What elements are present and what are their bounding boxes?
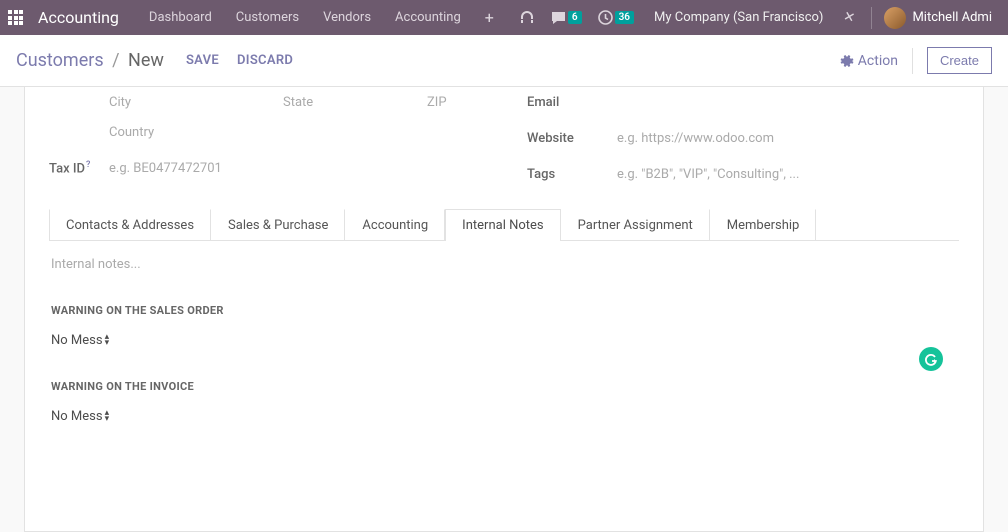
breadcrumb-current: New [128, 50, 164, 71]
top-nav: Accounting Dashboard Customers Vendors A… [0, 0, 1008, 35]
app-name[interactable]: Accounting [38, 8, 119, 27]
support-icon[interactable] [511, 0, 543, 35]
state-input[interactable]: State [283, 95, 343, 110]
nav-dashboard[interactable]: Dashboard [137, 0, 224, 35]
control-panel: Customers / New SAVE DISCARD Action Crea… [0, 35, 1008, 87]
user-menu[interactable]: Mitchell Admi [876, 7, 1000, 29]
tabs: Contacts & Addresses Sales & Purchase Ac… [49, 209, 959, 241]
sales-warning-select[interactable]: No Mess▴▾ [51, 333, 109, 348]
discard-button[interactable]: DISCARD [237, 53, 293, 68]
help-icon[interactable]: ? [86, 160, 90, 170]
create-button[interactable]: Create [927, 47, 992, 74]
tags-input[interactable]: e.g. "B2B", "VIP", "Consulting", ... [617, 167, 799, 182]
internal-notes-input[interactable]: Internal notes... [51, 257, 957, 272]
grammarly-icon[interactable] [919, 347, 943, 371]
company-selector[interactable]: My Company (San Francisco) [642, 0, 835, 35]
action-dropdown[interactable]: Action [840, 53, 898, 69]
activities-icon[interactable]: 36 [590, 0, 642, 35]
chevron-updown-icon: ▴▾ [105, 333, 110, 348]
sales-warning-title: WARNING ON THE SALES ORDER [51, 304, 957, 317]
avatar [884, 7, 906, 29]
save-button[interactable]: SAVE [186, 53, 219, 68]
invoice-warning-select[interactable]: No Mess▴▾ [51, 409, 109, 424]
user-name: Mitchell Admi [912, 10, 992, 25]
nav-accounting[interactable]: Accounting [383, 0, 473, 35]
breadcrumb: Customers / New [16, 50, 164, 71]
zip-input[interactable]: ZIP [427, 95, 487, 110]
nav-plus-icon[interactable]: + [473, 0, 506, 35]
email-label: Email [527, 95, 617, 110]
chevron-updown-icon: ▴▾ [105, 409, 110, 424]
form-sheet: City State ZIP Country Tax ID? e.g. BE04… [24, 87, 984, 532]
messages-icon[interactable]: 6 [543, 0, 590, 35]
tags-label: Tags [527, 167, 617, 182]
tab-accounting[interactable]: Accounting [345, 209, 445, 241]
tab-internal-notes[interactable]: Internal Notes [445, 209, 560, 241]
nav-divider [871, 7, 872, 29]
tax-id-input[interactable]: e.g. BE0477472701 [109, 161, 222, 176]
tab-contacts[interactable]: Contacts & Addresses [49, 209, 211, 241]
tab-sales-purchase[interactable]: Sales & Purchase [211, 209, 345, 241]
breadcrumb-root[interactable]: Customers [16, 50, 104, 71]
nav-vendors[interactable]: Vendors [311, 0, 383, 35]
tax-id-label: Tax ID? [49, 160, 109, 176]
cp-divider [912, 48, 913, 74]
nav-customers[interactable]: Customers [224, 0, 311, 35]
country-input[interactable]: Country [109, 125, 154, 140]
messages-badge: 6 [568, 11, 582, 24]
invoice-warning-title: WARNING ON THE INVOICE [51, 380, 957, 393]
breadcrumb-sep: / [112, 50, 119, 71]
website-label: Website [527, 131, 617, 146]
tab-partner-assignment[interactable]: Partner Assignment [561, 209, 710, 241]
debug-icon[interactable] [835, 0, 867, 35]
apps-icon[interactable] [8, 8, 28, 28]
tab-membership[interactable]: Membership [710, 209, 817, 241]
action-label: Action [858, 53, 898, 69]
city-input[interactable]: City [109, 95, 169, 110]
website-input[interactable]: e.g. https://www.odoo.com [617, 131, 774, 146]
activities-badge: 36 [615, 11, 634, 24]
tab-panel: Internal notes... WARNING ON THE SALES O… [49, 241, 959, 440]
gear-icon [840, 54, 854, 68]
